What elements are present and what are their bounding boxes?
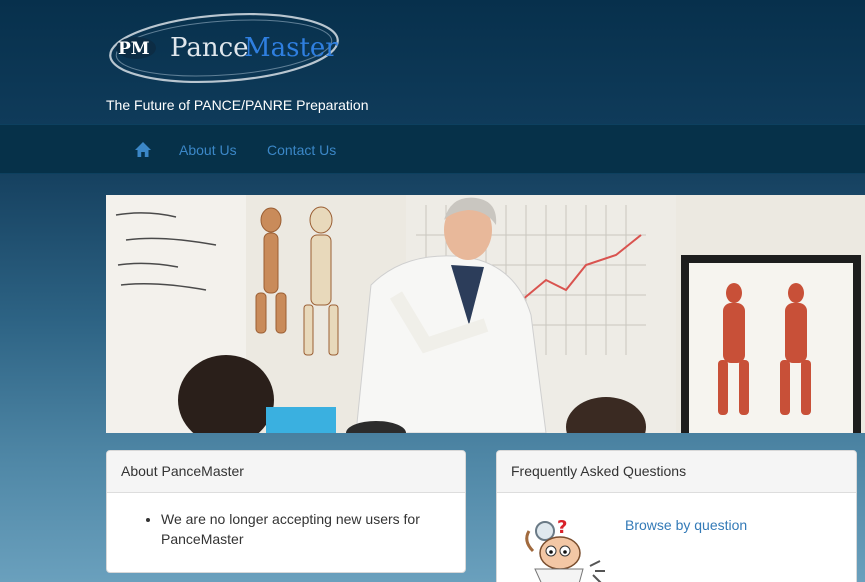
home-icon[interactable] xyxy=(134,141,152,159)
hero-image xyxy=(106,195,865,433)
faq-panel: Frequently Asked Questions ? Browse by q… xyxy=(496,450,857,582)
faq-panel-title: Frequently Asked Questions xyxy=(497,451,856,493)
about-list: We are no longer accepting new users for… xyxy=(161,509,451,549)
svg-text:?: ? xyxy=(557,517,567,538)
browse-by-question-link[interactable]: Browse by question xyxy=(625,517,747,533)
pancemaster-logo[interactable]: PM Pance Master xyxy=(106,8,356,88)
svg-text:Master: Master xyxy=(244,33,338,63)
confused-doctor-cartoon: ? xyxy=(525,517,605,582)
about-list-item: We are no longer accepting new users for… xyxy=(161,509,451,549)
site-tagline: The Future of PANCE/PANRE Preparation xyxy=(106,97,369,113)
site-header: PM Pance Master The Future of PANCE/PANR… xyxy=(0,0,865,124)
about-panel: About PanceMaster We are no longer accep… xyxy=(106,450,466,573)
about-panel-title: About PanceMaster xyxy=(107,451,465,493)
nav-about-us[interactable]: About Us xyxy=(179,142,237,158)
main-navbar: About Us Contact Us xyxy=(0,124,865,174)
svg-text:Pance: Pance xyxy=(170,33,249,63)
classroom-photo xyxy=(106,195,865,433)
nav-contact-us[interactable]: Contact Us xyxy=(267,142,336,158)
svg-text:PM: PM xyxy=(118,39,150,59)
about-panel-body: We are no longer accepting new users for… xyxy=(107,493,465,565)
